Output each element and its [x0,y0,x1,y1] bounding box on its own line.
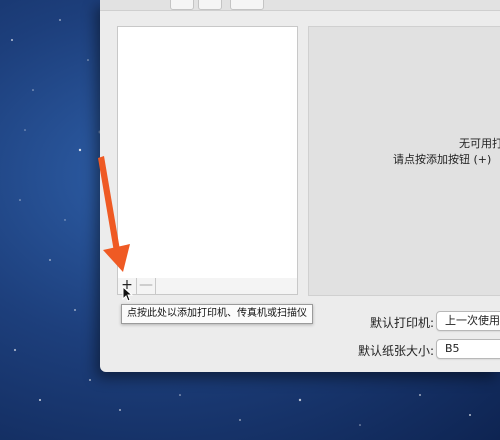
add-printer-tooltip: 点按此处以添加打印机、传真机或扫描仪 [121,304,313,324]
annotation-arrow-icon [98,156,130,272]
mouse-pointer-icon [122,286,134,302]
